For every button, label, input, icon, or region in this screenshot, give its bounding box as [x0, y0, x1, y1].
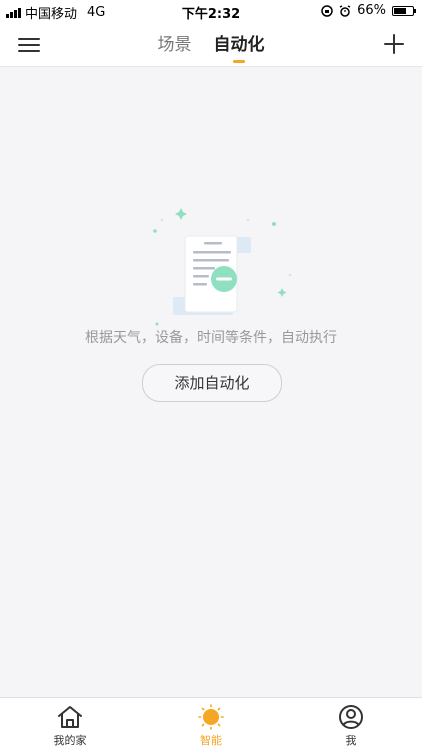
tab-me[interactable]: 我 [311, 704, 391, 748]
orientation-lock-icon [321, 4, 333, 17]
nav-bar: 场景 自动化 [0, 22, 422, 67]
tab-smart-label: 智能 [200, 734, 222, 747]
add-icon[interactable] [382, 32, 406, 56]
tab-me-label: 我 [345, 734, 357, 747]
tab-smart[interactable]: 智能 [171, 704, 251, 748]
user-icon [339, 705, 363, 729]
empty-state-illustration [153, 208, 292, 326]
status-right: 66% [321, 3, 416, 18]
bottom-tab-bar: 我的家 智能 我 [0, 697, 422, 750]
home-icon [58, 706, 82, 728]
tab-scenes[interactable]: 场景 [158, 30, 192, 63]
alarm-icon [339, 4, 351, 17]
battery-fill [394, 7, 406, 14]
battery-percent: 66% [357, 3, 386, 18]
top-tabs: 场景 自动化 [0, 30, 422, 63]
sun-icon [198, 704, 224, 730]
tab-my-home-label: 我的家 [53, 734, 87, 747]
battery-icon [392, 5, 416, 16]
status-bar: 中国移动 4G 下午2:32 66% [0, 0, 422, 22]
tab-automation[interactable]: 自动化 [214, 30, 265, 63]
tab-my-home[interactable]: 我的家 [30, 704, 110, 748]
add-automation-button[interactable]: 添加自动化 [142, 364, 282, 402]
empty-state-description: 根据天气，设备，时间等条件，自动执行 [85, 330, 337, 346]
